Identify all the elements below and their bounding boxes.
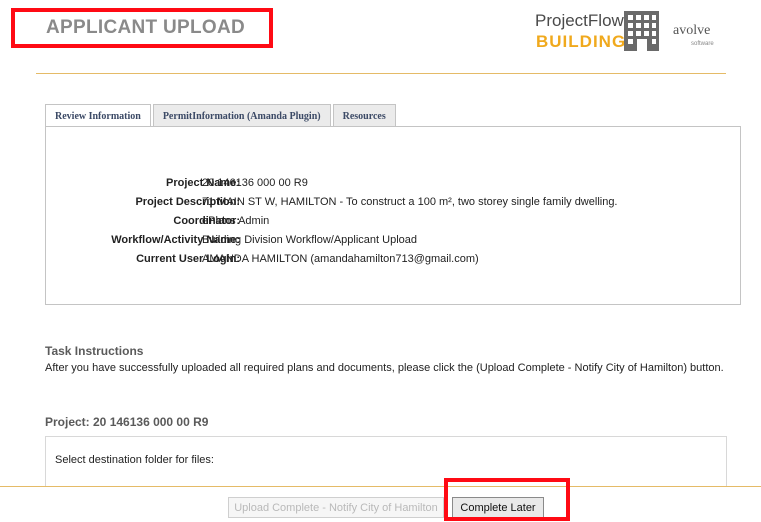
brand-name-line2: BUILDING	[536, 32, 627, 51]
coordinator-value: ePlans Admin	[202, 215, 270, 227]
tab-permit-information[interactable]: PermitInformation (Amanda Plugin)	[152, 104, 331, 127]
upload-complete-button[interactable]: Upload Complete - Notify City of Hamilto…	[228, 497, 444, 518]
header-divider	[36, 73, 726, 74]
vendor-logo: avolve	[673, 23, 711, 38]
info-row-current-user: Current User Login: AMANDA HAMILTON (ama…	[46, 253, 740, 267]
tab-resources[interactable]: Resources	[332, 104, 396, 127]
projectflow-logo: ProjectFlow BUILDING avolve software	[535, 10, 735, 55]
info-row-project-description: Project Description: 71 MAIN ST W, HAMIL…	[46, 196, 740, 210]
page-title: APPLICANT UPLOAD	[11, 8, 273, 48]
vendor-sub: software	[691, 41, 714, 47]
tab-bar: Review Information PermitInformation (Am…	[45, 104, 398, 128]
review-information-panel: Project Name: 20 146136 000 00 R9 Projec…	[45, 126, 741, 305]
info-row-coordinator: Coordinator: ePlans Admin	[46, 215, 740, 229]
task-instructions-text: After you have successfully uploaded all…	[45, 362, 724, 374]
info-row-project-name: Project Name: 20 146136 000 00 R9	[46, 177, 740, 191]
highlight-box	[444, 478, 570, 521]
project-title: Project: 20 146136 000 00 R9	[45, 415, 209, 429]
workflow-value: Building Division Workflow/Applicant Upl…	[202, 234, 418, 246]
info-row-workflow: Workflow/Activity Name: Building Divisio…	[46, 234, 740, 248]
building-icon	[624, 11, 659, 51]
destination-folder-panel: Select destination folder for files:	[45, 436, 727, 488]
destination-folder-label: Select destination folder for files:	[55, 454, 214, 466]
tab-review-information[interactable]: Review Information	[45, 104, 151, 128]
project-description-value: 71 MAIN ST W, HAMILTON - To construct a …	[202, 196, 618, 208]
project-name-value: 20 146136 000 00 R9	[202, 177, 308, 189]
task-instructions-title: Task Instructions	[45, 344, 144, 358]
brand-name-line1: ProjectFlow	[535, 11, 624, 30]
current-user-value: AMANDA HAMILTON (amandahamilton713@gmail…	[202, 253, 479, 265]
